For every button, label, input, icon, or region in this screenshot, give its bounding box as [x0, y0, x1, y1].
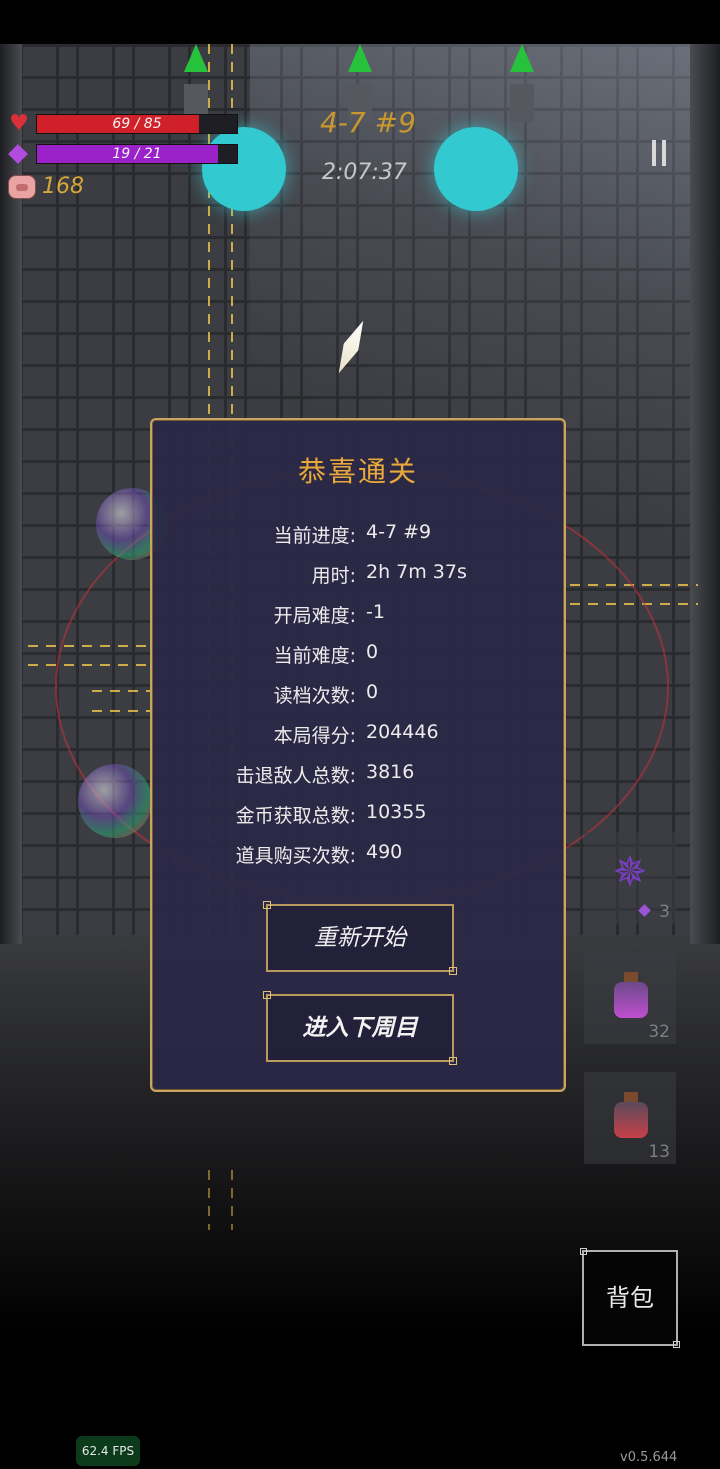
stat-value: 4-7 #9	[366, 521, 432, 543]
mp-row: 19 / 21	[8, 144, 238, 164]
green-lamp-icon	[184, 44, 208, 122]
stat-row: 本局得分: 204446	[152, 721, 568, 749]
heart-icon: ♥	[9, 111, 29, 136]
hp-bar: 69 / 85	[36, 114, 238, 134]
projectile-trail	[208, 1170, 210, 1230]
right-pillar	[690, 44, 720, 944]
stat-label: 读档次数:	[273, 685, 356, 707]
restart-button[interactable]: 重新开始	[263, 901, 457, 975]
stat-row: 当前进度: 4-7 #9	[152, 521, 568, 549]
hp-row: ♥ 69 / 85	[8, 111, 238, 136]
stat-row: 开局难度: -1	[152, 601, 568, 629]
bag-button[interactable]: 背包	[580, 1248, 680, 1348]
item-count: 13	[648, 1142, 670, 1162]
stat-value: 490	[366, 841, 403, 863]
stat-row: 用时: 2h 7m 37s	[152, 561, 568, 589]
next-cycle-button[interactable]: 进入下周目	[263, 991, 457, 1065]
purple-potion-icon	[612, 972, 650, 1020]
green-lamp-icon	[348, 44, 372, 122]
hp-text: 69 / 85	[112, 116, 162, 132]
shuriken-icon: ✵	[612, 847, 648, 896]
red-potion-icon	[612, 1092, 650, 1140]
stat-row: 击退敌人总数: 3816	[152, 761, 568, 789]
item-count: 32	[648, 1022, 670, 1042]
item-count: 3	[659, 902, 670, 922]
stat-label: 击退敌人总数:	[235, 765, 356, 787]
stat-label: 本局得分:	[273, 725, 356, 747]
mp-text: 19 / 21	[112, 146, 162, 162]
stat-value: -1	[366, 601, 385, 623]
item-slot-shuriken[interactable]: ✵ 3	[584, 832, 676, 924]
stat-label: 金币获取总数:	[235, 805, 356, 827]
stat-value: 204446	[366, 721, 439, 743]
item-slot-red-potion[interactable]: 13	[584, 1072, 676, 1164]
run-timer: 2:07:37	[322, 160, 407, 185]
stat-label: 道具购买次数:	[235, 845, 356, 867]
gem-icon	[638, 904, 651, 917]
stat-label: 当前进度:	[273, 525, 356, 547]
pig-icon	[8, 174, 36, 199]
stat-value: 0	[366, 681, 379, 703]
mp-bar: 19 / 21	[36, 144, 238, 164]
stat-value: 3816	[366, 761, 415, 783]
stat-row: 道具购买次数: 490	[152, 841, 568, 869]
projectile-trail	[208, 44, 210, 414]
cyan-orb	[434, 127, 518, 211]
item-slot-purple-potion[interactable]: 32	[584, 952, 676, 1044]
coin-count: 168	[42, 174, 84, 199]
stat-value: 2h 7m 37s	[366, 561, 467, 583]
stat-row: 当前难度: 0	[152, 641, 568, 669]
stat-value: 10355	[366, 801, 427, 823]
fps-counter: 62.4 FPS	[76, 1436, 140, 1466]
green-lamp-icon	[510, 44, 534, 122]
diamond-icon	[8, 144, 28, 164]
stat-label: 当前难度:	[273, 645, 356, 667]
projectile-trail	[231, 1170, 233, 1230]
version-label: v0.5.644	[620, 1450, 678, 1465]
stat-row: 读档次数: 0	[152, 681, 568, 709]
stat-label: 用时:	[311, 565, 356, 587]
dialog-title: 恭喜通关	[297, 455, 418, 488]
cyan-orb	[202, 127, 286, 211]
status-bar-area	[0, 0, 720, 44]
stat-row: 金币获取总数: 10355	[152, 801, 568, 829]
pause-icon[interactable]	[652, 140, 668, 166]
coin-row: 168	[8, 174, 84, 199]
rainbow-bubble	[78, 764, 152, 838]
stat-label: 开局难度:	[273, 605, 356, 627]
projectile-trail	[231, 44, 233, 414]
level-indicator: 4-7 #9	[320, 106, 416, 139]
stage-clear-dialog: 恭喜通关 当前进度: 4-7 #9 用时: 2h 7m 37s 开局难度: -1…	[150, 418, 566, 1092]
stat-value: 0	[366, 641, 379, 663]
